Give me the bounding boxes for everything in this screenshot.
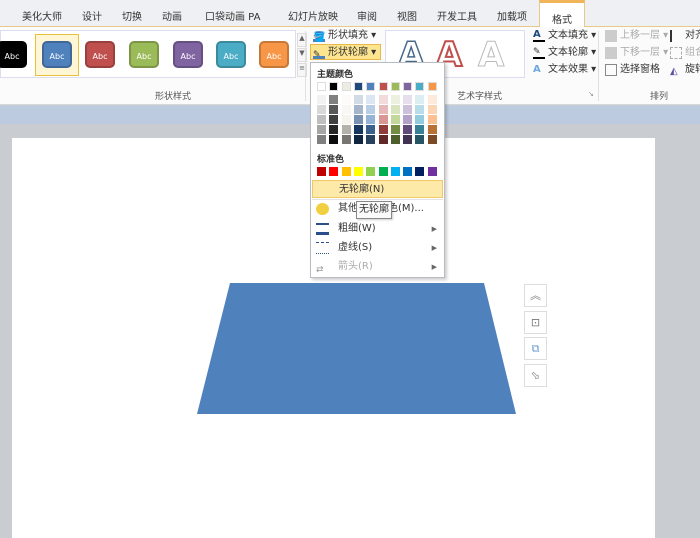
theme-color-shade[interactable] xyxy=(427,135,437,144)
theme-color-shade[interactable] xyxy=(366,95,376,104)
theme-color-swatch[interactable] xyxy=(341,82,351,91)
theme-color-swatch[interactable] xyxy=(329,82,339,91)
theme-color-shade[interactable] xyxy=(390,95,400,104)
theme-color-shade[interactable] xyxy=(366,105,376,114)
theme-color-swatch[interactable] xyxy=(378,82,388,91)
theme-color-shade[interactable] xyxy=(329,105,339,114)
theme-color-shade[interactable] xyxy=(378,115,388,124)
theme-color-swatch[interactable] xyxy=(366,82,376,91)
theme-color-shade[interactable] xyxy=(353,105,363,114)
menu-item-arrows[interactable]: ⇄ 箭头(R) ▶ xyxy=(312,258,443,276)
theme-color-shade[interactable] xyxy=(403,125,413,134)
theme-color-shade[interactable] xyxy=(378,105,388,114)
theme-colors-heading: 主题颜色 xyxy=(317,70,354,80)
theme-color-shade[interactable] xyxy=(366,125,376,134)
theme-color-shade[interactable] xyxy=(353,115,363,124)
theme-color-shade[interactable] xyxy=(317,105,326,114)
theme-color-shade[interactable] xyxy=(353,95,363,104)
theme-color-shade[interactable] xyxy=(403,105,413,114)
theme-color-shade[interactable] xyxy=(341,135,351,144)
theme-color-shade[interactable] xyxy=(427,105,437,114)
theme-color-swatch[interactable] xyxy=(427,82,437,91)
layout-options-button[interactable]: ︽ xyxy=(524,284,547,307)
theme-color-shade[interactable] xyxy=(415,105,425,114)
theme-color-shade[interactable] xyxy=(415,95,425,104)
position-button[interactable]: ⊡ xyxy=(524,311,547,334)
standard-color-swatch[interactable] xyxy=(403,167,413,176)
theme-color-shade[interactable] xyxy=(403,115,413,124)
theme-color-shade[interactable] xyxy=(353,125,363,134)
theme-color-shade[interactable] xyxy=(366,115,376,124)
theme-color-shade[interactable] xyxy=(341,115,351,124)
standard-color-swatch[interactable] xyxy=(353,167,363,176)
theme-color-shade[interactable] xyxy=(427,95,437,104)
theme-color-swatch[interactable] xyxy=(390,82,400,91)
theme-color-shade[interactable] xyxy=(378,95,388,104)
standard-color-swatch[interactable] xyxy=(317,167,326,176)
theme-color-shade[interactable] xyxy=(317,95,326,104)
standard-color-swatch[interactable] xyxy=(378,167,388,176)
resize-button[interactable]: ⬂ xyxy=(524,364,547,387)
theme-color-shade[interactable] xyxy=(378,125,388,134)
color-palette-icon xyxy=(316,203,329,215)
chevron-up-icon: ︽ xyxy=(530,289,541,302)
standard-color-swatch[interactable] xyxy=(390,167,400,176)
menu-item-weight[interactable]: 粗细(W) ▶ xyxy=(312,220,443,238)
submenu-arrow-icon: ▶ xyxy=(431,263,437,271)
dash-icon xyxy=(316,242,329,254)
resize-arrow-icon: ⬂ xyxy=(530,369,541,382)
theme-color-shade[interactable] xyxy=(390,135,400,144)
theme-color-shade[interactable] xyxy=(403,135,413,144)
theme-color-shade[interactable] xyxy=(341,125,351,134)
theme-color-shade[interactable] xyxy=(427,115,437,124)
line-weight-icon xyxy=(316,223,329,235)
menu-item-no-outline[interactable]: 无轮廓(N) xyxy=(312,180,443,198)
theme-color-shade[interactable] xyxy=(329,135,339,144)
theme-color-shade[interactable] xyxy=(390,125,400,134)
theme-color-shade[interactable] xyxy=(427,125,437,134)
theme-color-swatch[interactable] xyxy=(353,82,363,91)
theme-color-swatch[interactable] xyxy=(403,82,413,91)
theme-color-shade[interactable] xyxy=(366,135,376,144)
theme-color-shade[interactable] xyxy=(415,125,425,134)
standard-color-swatch[interactable] xyxy=(415,167,425,176)
theme-color-shade[interactable] xyxy=(341,105,351,114)
standard-colors-heading: 标准色 xyxy=(317,155,345,165)
tooltip: 无轮廓 xyxy=(356,201,392,219)
theme-color-shade[interactable] xyxy=(378,135,388,144)
arrows-icon: ⇄ xyxy=(316,265,324,275)
theme-color-shade[interactable] xyxy=(329,115,339,124)
theme-color-swatch[interactable] xyxy=(317,82,326,91)
theme-color-shade[interactable] xyxy=(415,135,425,144)
standard-color-swatch[interactable] xyxy=(427,167,437,176)
shape-outline-dropdown: 主题颜色 标准色 无轮廓(N) 其他轮廓颜色(M)... 粗细(W)▶ 虚线(S… xyxy=(310,62,445,278)
crosshair-icon: ⊡ xyxy=(530,316,541,329)
theme-color-shade[interactable] xyxy=(341,95,351,104)
theme-color-shade[interactable] xyxy=(353,135,363,144)
theme-color-shade[interactable] xyxy=(403,95,413,104)
menu-item-dashes[interactable]: 虚线(S) ▶ xyxy=(312,239,443,257)
submenu-arrow-icon: ▶ xyxy=(431,225,437,233)
standard-color-swatch[interactable] xyxy=(366,167,376,176)
theme-color-swatch[interactable] xyxy=(415,82,425,91)
trapezoid-shape[interactable] xyxy=(197,283,516,414)
standard-color-swatch[interactable] xyxy=(341,167,351,176)
submenu-arrow-icon: ▶ xyxy=(431,244,437,252)
theme-color-shade[interactable] xyxy=(390,105,400,114)
arrange-button[interactable]: ⧉ xyxy=(524,337,547,360)
theme-color-shade[interactable] xyxy=(415,115,425,124)
standard-color-swatch[interactable] xyxy=(329,167,339,176)
theme-color-shade[interactable] xyxy=(317,125,326,134)
theme-color-shade[interactable] xyxy=(390,115,400,124)
theme-color-shade[interactable] xyxy=(329,125,339,134)
theme-color-shade[interactable] xyxy=(329,95,339,104)
layers-icon: ⧉ xyxy=(531,342,540,355)
theme-color-shade[interactable] xyxy=(317,135,326,144)
theme-color-shade[interactable] xyxy=(317,115,326,124)
